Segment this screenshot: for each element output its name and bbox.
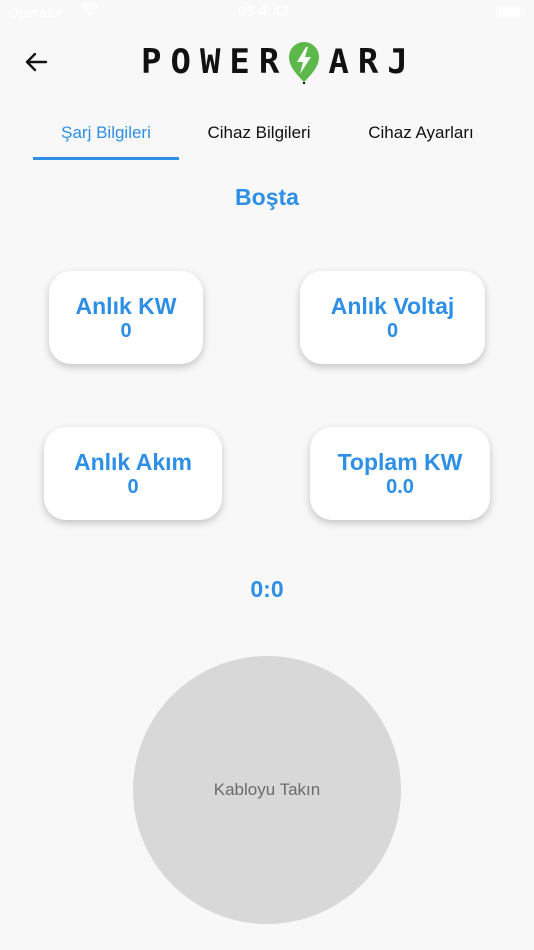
arrow-left-icon <box>25 52 48 72</box>
tab-bar: Şarj Bilgileri Cihaz Bilgileri Cihaz Aya… <box>0 106 534 162</box>
wifi-icon <box>80 3 100 16</box>
back-button[interactable] <box>20 46 52 78</box>
card-anlik-akim: Anlık Akım 0 <box>44 427 222 520</box>
tab-indicator <box>33 157 179 160</box>
card-value: 0.0 <box>386 475 414 498</box>
plug-cable-label: Kabloyu Takın <box>213 780 321 799</box>
card-value: 0 <box>386 319 399 342</box>
card-anlik-voltaj: Anlık Voltaj 0 <box>300 271 485 364</box>
charge-timer: 0:0 <box>250 576 284 602</box>
card-title: Anlık Akım <box>73 448 192 475</box>
app-logo: POWER ARJ <box>141 38 408 86</box>
card-title: Toplam KW <box>337 448 463 475</box>
status-bar: Operatör 05 4:43 <box>0 0 534 28</box>
card-toplam-kw: Toplam KW 0.0 <box>310 427 490 520</box>
plug-cable-button[interactable]: Kabloyu Takın <box>133 656 401 924</box>
card-title: Anlık Voltaj <box>330 292 455 319</box>
logo-text-left: POWER <box>141 42 289 82</box>
card-value: 0 <box>127 475 139 498</box>
card-title: Anlık KW <box>75 292 177 319</box>
battery-icon <box>496 6 525 18</box>
tab-cihaz-bilgileri[interactable]: Cihaz Bilgileri <box>190 106 328 160</box>
plug-leaf-icon <box>289 42 320 84</box>
logo-text-right: ARJ <box>328 42 417 82</box>
tab-sarj-bilgileri[interactable]: Şarj Bilgileri <box>33 106 179 160</box>
charge-status: Boşta <box>235 184 299 210</box>
card-anlik-kw: Anlık KW 0 <box>49 271 203 364</box>
carrier-label: Operatör <box>8 4 64 20</box>
card-value: 0 <box>120 319 132 342</box>
tab-cihaz-ayarlari[interactable]: Cihaz Ayarları <box>348 106 494 160</box>
status-time: 05 4:43 <box>238 3 289 20</box>
